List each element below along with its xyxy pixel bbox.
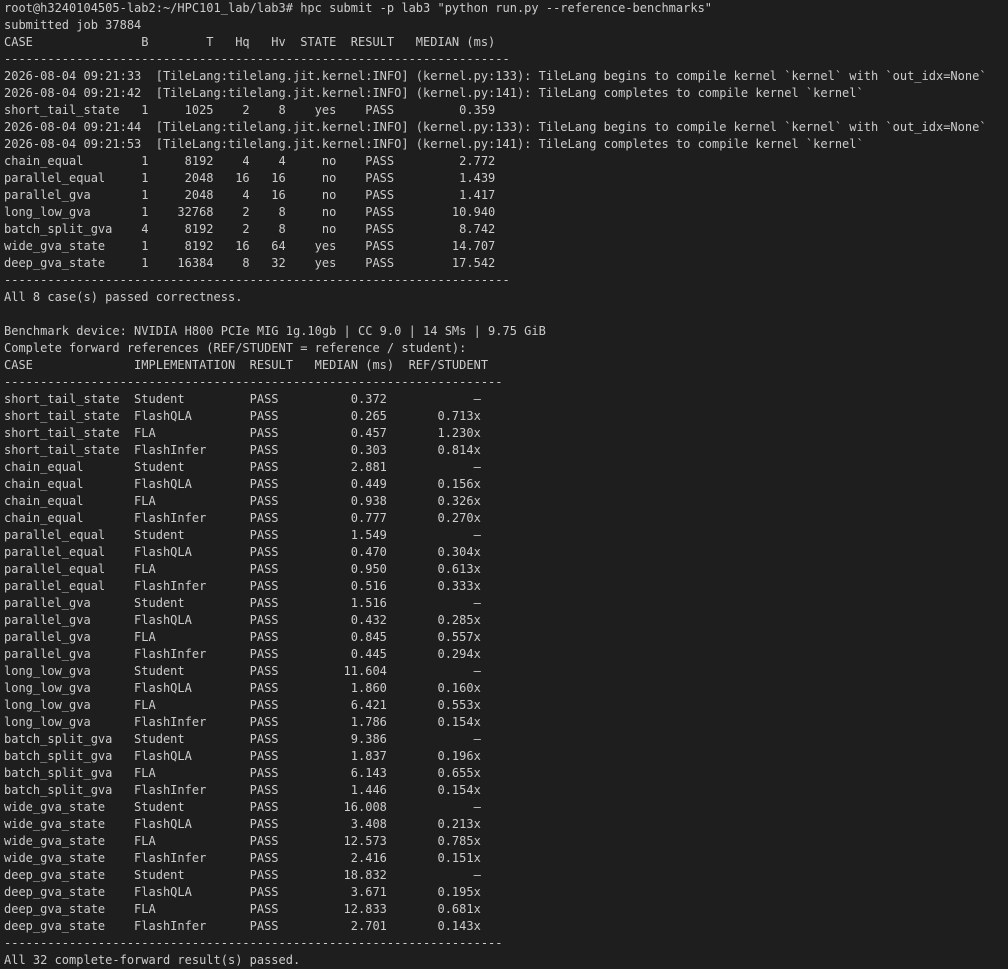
benchmark-row: long_low_gva FlashInfer PASS 1.786 0.154… — [4, 715, 481, 729]
benchmark-row: deep_gva_state FlashInfer PASS 2.701 0.1… — [4, 919, 481, 933]
correctness-row: wide_gva_state 1 8192 16 64 yes PASS 14.… — [4, 239, 496, 253]
benchmark-row: deep_gva_state FlashQLA PASS 3.671 0.195… — [4, 885, 481, 899]
benchmark-row: parallel_gva Student PASS 1.516 — — [4, 596, 481, 610]
benchmark-row: short_tail_state FlashQLA PASS 0.265 0.7… — [4, 409, 481, 423]
log-line: 2026-08-04 09:21:33 [TileLang:tilelang.j… — [4, 69, 987, 83]
benchmark-row: parallel_gva FlashQLA PASS 0.432 0.285x — [4, 613, 481, 627]
benchmark-row: batch_split_gva FlashInfer PASS 1.446 0.… — [4, 783, 481, 797]
benchmark-row: short_tail_state Student PASS 0.372 — — [4, 392, 481, 406]
separator-line: ----------------------------------------… — [4, 52, 510, 66]
benchmark-row: deep_gva_state Student PASS 18.832 — — [4, 868, 481, 882]
separator-line: ----------------------------------------… — [4, 936, 503, 950]
benchmark-row: parallel_equal FLA PASS 0.950 0.613x — [4, 562, 481, 576]
benchmark-table-header: CASE IMPLEMENTATION RESULT MEDIAN (ms) R… — [4, 358, 489, 372]
benchmark-row: long_low_gva FLA PASS 6.421 0.553x — [4, 698, 481, 712]
log-line: 2026-08-04 09:21:53 [TileLang:tilelang.j… — [4, 137, 864, 151]
benchmark-row: chain_equal Student PASS 2.881 — — [4, 460, 481, 474]
log-line: 2026-08-04 09:21:44 [TileLang:tilelang.j… — [4, 120, 987, 134]
correctness-row: chain_equal 1 8192 4 4 no PASS 2.772 — [4, 154, 496, 168]
benchmark-row: chain_equal FlashQLA PASS 0.449 0.156x — [4, 477, 481, 491]
terminal-output[interactable]: root@h3240104505-lab2:~/HPC101_lab/lab3#… — [0, 0, 1008, 969]
benchmark-row: deep_gva_state FLA PASS 12.833 0.681x — [4, 902, 481, 916]
correctness-row: deep_gva_state 1 16384 8 32 yes PASS 17.… — [4, 256, 496, 270]
benchmark-row: chain_equal FLA PASS 0.938 0.326x — [4, 494, 481, 508]
benchmark-row: batch_split_gva FLA PASS 6.143 0.655x — [4, 766, 481, 780]
benchmark-row: wide_gva_state FlashQLA PASS 3.408 0.213… — [4, 817, 481, 831]
correctness-row: batch_split_gva 4 8192 2 8 no PASS 8.742 — [4, 222, 496, 236]
correctness-summary: All 8 case(s) passed correctness. — [4, 290, 243, 304]
correctness-row: short_tail_state 1 1025 2 8 yes PASS 0.3… — [4, 103, 496, 117]
benchmark-row: parallel_gva FlashInfer PASS 0.445 0.294… — [4, 647, 481, 661]
benchmark-row: chain_equal FlashInfer PASS 0.777 0.270x — [4, 511, 481, 525]
correctness-row: parallel_gva 1 2048 4 16 no PASS 1.417 — [4, 188, 496, 202]
log-line: 2026-08-04 09:21:42 [TileLang:tilelang.j… — [4, 86, 864, 100]
benchmark-row: parallel_equal FlashQLA PASS 0.470 0.304… — [4, 545, 481, 559]
benchmark-row: batch_split_gva FlashQLA PASS 1.837 0.19… — [4, 749, 481, 763]
benchmark-summary: All 32 complete-forward result(s) passed… — [4, 953, 301, 967]
benchmark-row: short_tail_state FLA PASS 0.457 1.230x — [4, 426, 481, 440]
benchmark-row: long_low_gva Student PASS 11.604 — — [4, 664, 481, 678]
separator-line: ----------------------------------------… — [4, 273, 510, 287]
benchmark-row: parallel_equal FlashInfer PASS 0.516 0.3… — [4, 579, 481, 593]
benchmark-row: batch_split_gva Student PASS 9.386 — — [4, 732, 481, 746]
job-submitted-line: submitted job 37884 — [4, 18, 142, 32]
benchmark-row: parallel_equal Student PASS 1.549 — — [4, 528, 481, 542]
benchmark-row: parallel_gva FLA PASS 0.845 0.557x — [4, 630, 481, 644]
correctness-row: long_low_gva 1 32768 2 8 no PASS 10.940 — [4, 205, 496, 219]
correctness-row: parallel_equal 1 2048 16 16 no PASS 1.43… — [4, 171, 496, 185]
prompt-line: root@h3240104505-lab2:~/HPC101_lab/lab3#… — [4, 1, 713, 15]
benchmark-row: long_low_gva FlashQLA PASS 1.860 0.160x — [4, 681, 481, 695]
correctness-table-header: CASE B T Hq Hv STATE RESULT MEDIAN (ms) — [4, 35, 496, 49]
benchmark-row: wide_gva_state FlashInfer PASS 2.416 0.1… — [4, 851, 481, 865]
references-title: Complete forward references (REF/STUDENT… — [4, 341, 467, 355]
separator-line: ----------------------------------------… — [4, 375, 503, 389]
benchmark-device-line: Benchmark device: NVIDIA H800 PCIe MIG 1… — [4, 324, 546, 338]
benchmark-row: wide_gva_state FLA PASS 12.573 0.785x — [4, 834, 481, 848]
benchmark-row: wide_gva_state Student PASS 16.008 — — [4, 800, 481, 814]
benchmark-row: short_tail_state FlashInfer PASS 0.303 0… — [4, 443, 481, 457]
